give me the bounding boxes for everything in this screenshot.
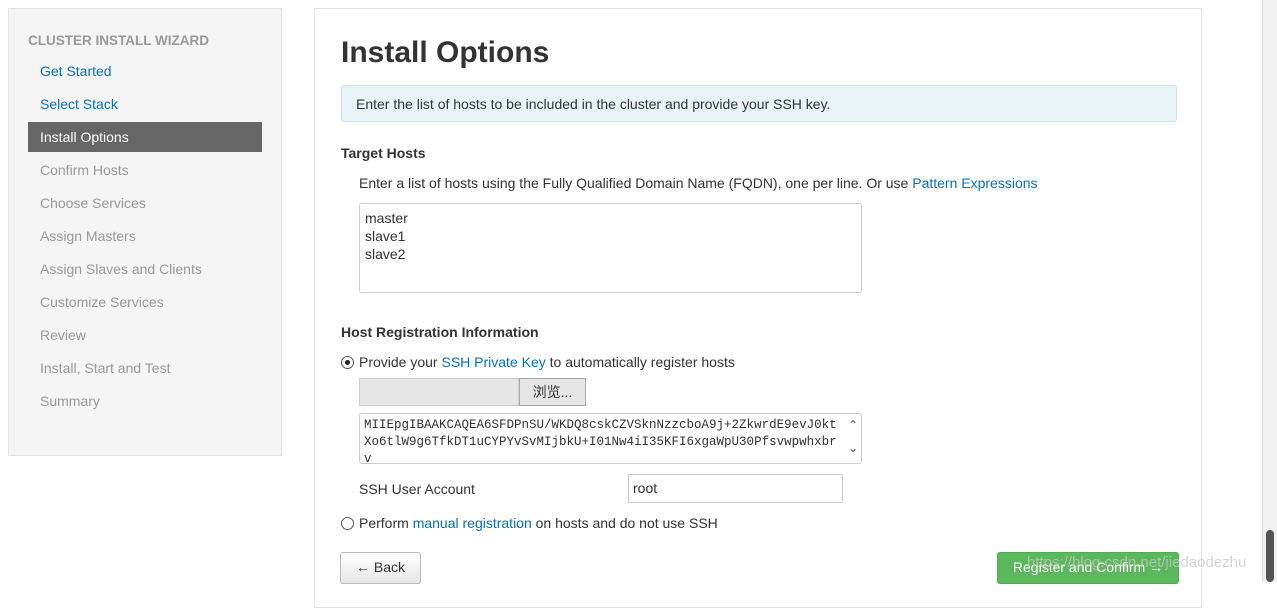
opt2-text-post: on hosts and do not use SSH	[531, 515, 718, 531]
pattern-expressions-link[interactable]: Pattern Expressions	[912, 175, 1037, 191]
sidebar-item-assign-slaves-and-clients: Assign Slaves and Clients	[40, 261, 202, 277]
sidebar-item-review: Review	[40, 327, 86, 343]
opt1-text: Provide your	[359, 354, 442, 370]
sidebar-item-install-options: Install Options	[28, 122, 262, 152]
ssh-key-option[interactable]: Provide your SSH Private Key to automati…	[341, 354, 735, 370]
manual-registration-radio[interactable]	[341, 517, 354, 530]
opt1-text-post: to automatically register hosts	[545, 354, 735, 370]
page-scrollbar[interactable]	[1262, 0, 1277, 582]
sidebar-item-assign-masters: Assign Masters	[40, 228, 136, 244]
opt2-text: Perform	[359, 515, 413, 531]
ssh-key-textarea[interactable]: MIIEpgIBAAKCAQEA6SFDPnSU/WKDQ8cskCZVSknN…	[359, 413, 862, 464]
sidebar-item-summary: Summary	[40, 393, 100, 409]
ssh-user-input[interactable]: root	[628, 474, 843, 503]
sidebar-item-customize-services: Customize Services	[40, 294, 164, 310]
watermark: https://blog.csdn.net/jiedaodezhu	[1027, 554, 1247, 571]
back-button[interactable]: ← Back	[340, 552, 421, 584]
sidebar-item-choose-services: Choose Services	[40, 195, 146, 211]
target-hosts-textarea[interactable]: master slave1 slave2	[359, 203, 862, 293]
scrollbar-thumb[interactable]	[1266, 530, 1274, 582]
sidebar-item-select-stack[interactable]: Select Stack	[28, 89, 262, 119]
wizard-sidebar: CLUSTER INSTALL WIZARD Get Started Select…	[8, 8, 282, 456]
target-hosts-heading: Target Hosts	[341, 145, 426, 161]
scroll-up-icon[interactable]: ⌃	[848, 417, 858, 434]
file-path-field[interactable]	[359, 378, 519, 406]
manual-registration-option[interactable]: Perform manual registration on hosts and…	[341, 515, 718, 531]
main-panel: Install Options Enter the list of hosts …	[314, 8, 1202, 608]
sidebar-item-install-start-and-test: Install, Start and Test	[40, 360, 171, 376]
page-title: Install Options	[341, 36, 550, 69]
manual-registration-link[interactable]: manual registration	[413, 515, 532, 531]
ssh-key-text: MIIEpgIBAAKCAQEA6SFDPnSU/WKDQ8cskCZVSknN…	[364, 418, 837, 464]
host-registration-heading: Host Registration Information	[341, 324, 539, 340]
browse-button[interactable]: 浏览...	[519, 378, 586, 406]
scroll-down-icon[interactable]: ⌄	[848, 440, 858, 457]
sidebar-item-confirm-hosts: Confirm Hosts	[40, 162, 129, 178]
ssh-key-radio[interactable]	[341, 356, 354, 369]
sidebar-item-get-started[interactable]: Get Started	[28, 56, 262, 86]
target-hosts-hint: Enter a list of hosts using the Fully Qu…	[359, 175, 1038, 191]
ssh-user-label: SSH User Account	[359, 481, 475, 497]
hint-text: Enter a list of hosts using the Fully Qu…	[359, 175, 913, 191]
info-alert: Enter the list of hosts to be included i…	[341, 85, 1177, 122]
ssh-private-key-link[interactable]: SSH Private Key	[441, 354, 545, 370]
sidebar-title: CLUSTER INSTALL WIZARD	[28, 33, 209, 48]
